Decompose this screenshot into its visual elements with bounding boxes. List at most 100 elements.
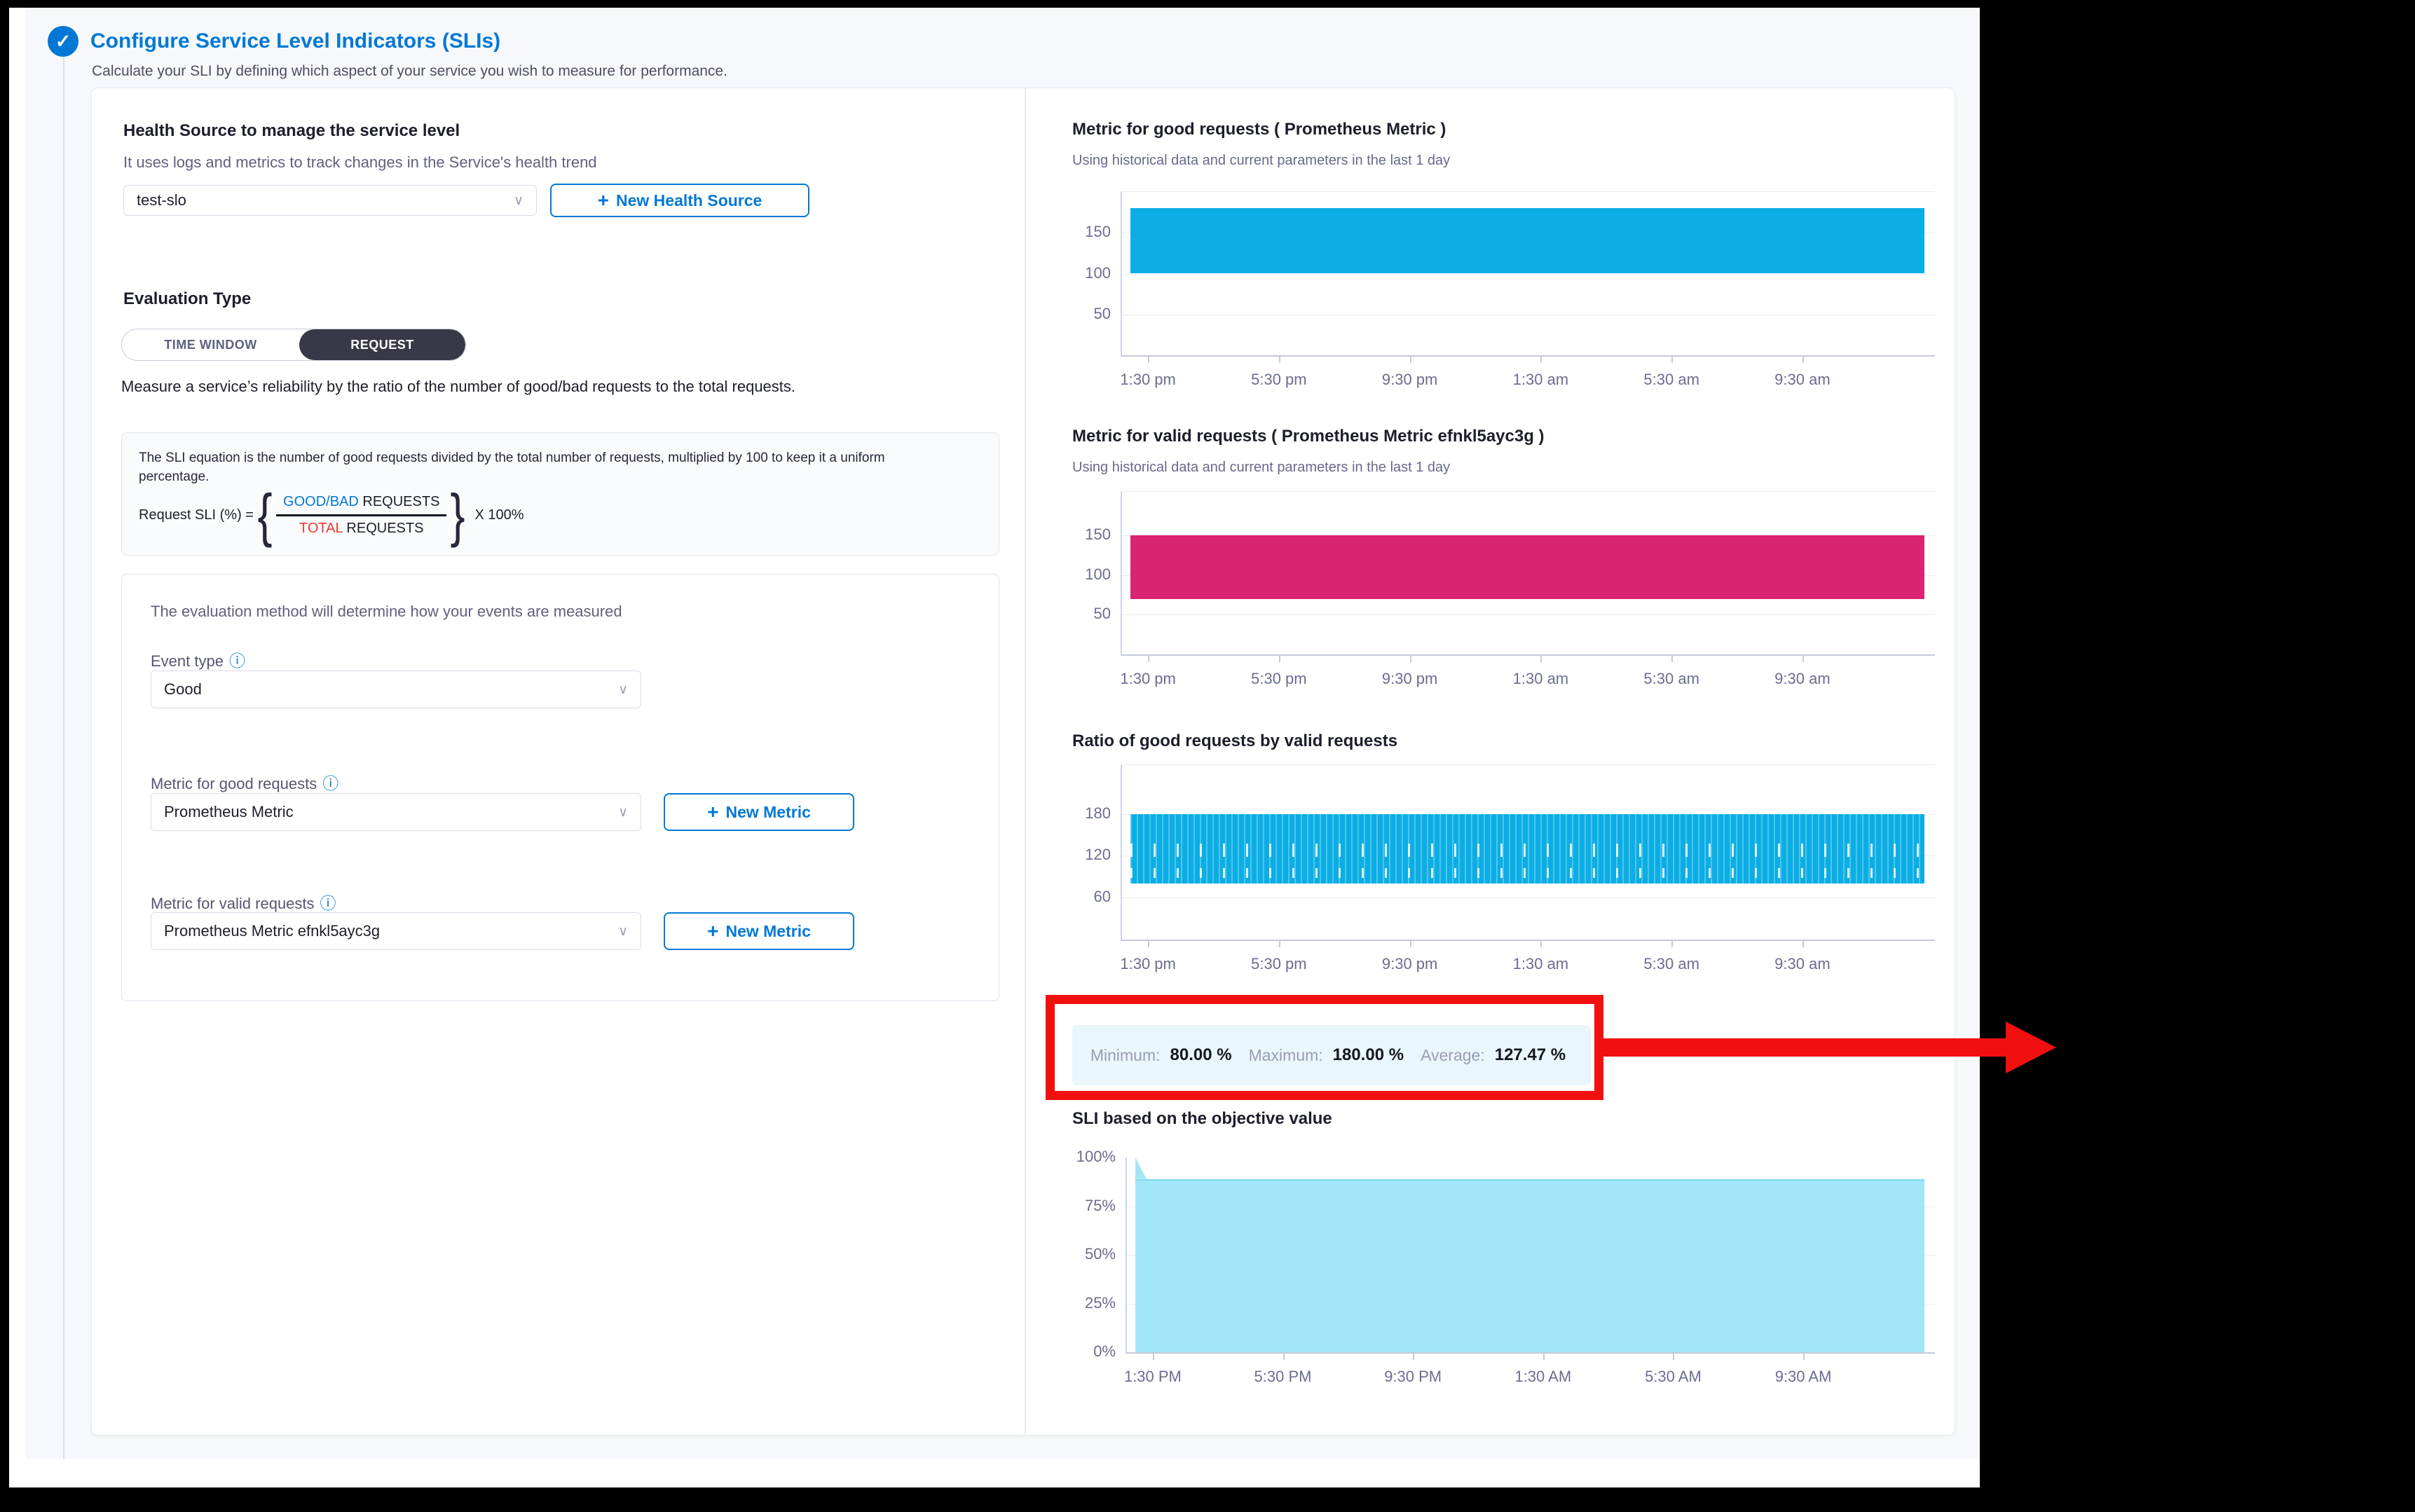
chart-good-subtitle: Using historical data and current parame… (1072, 153, 1450, 169)
x-axis-tick (1148, 357, 1149, 363)
event-type-value: Good (164, 680, 202, 699)
metric-good-select[interactable]: Prometheus Metric ∨ (151, 793, 641, 831)
chevron-down-icon: ∨ (618, 682, 628, 698)
new-metric-good-button[interactable]: + New Metric (664, 793, 854, 831)
annotation-highlight-box (1046, 995, 1603, 1100)
x-axis-tick-label: 9:30 pm (1350, 670, 1470, 688)
plus-icon: + (598, 191, 609, 210)
info-icon[interactable]: ⓘ (229, 652, 245, 670)
x-axis-tick (1540, 656, 1542, 662)
health-source-selected-value: test-slo (137, 191, 186, 209)
y-axis-tick-label: 50% (1064, 1245, 1116, 1263)
y-axis-tick-label: 120 (1059, 846, 1111, 864)
page-subtitle: Calculate your SLI by defining which asp… (92, 63, 727, 80)
chart-valid-title: Metric for valid requests ( Prometheus M… (1072, 427, 1545, 446)
event-type-label: Event typeⓘ (151, 647, 245, 671)
denominator-rest: REQUESTS (343, 521, 424, 536)
equation-lhs: Request SLI (%) = (139, 507, 254, 523)
x-axis-tick-label: 5:30 pm (1219, 955, 1339, 973)
step-complete-check-icon: ✓ (48, 26, 78, 57)
x-axis-tick (1413, 1354, 1414, 1360)
chart-ratio-title: Ratio of good requests by valid requests (1072, 731, 1397, 751)
y-axis-tick-label: 50 (1059, 605, 1111, 623)
gridline (1122, 274, 1935, 275)
toggle-time-window[interactable]: TIME WINDOW (122, 329, 299, 360)
brace-close: } (451, 492, 465, 539)
x-axis-tick-label: 9:30 pm (1350, 371, 1470, 389)
x-axis-tick-label: 1:30 am (1481, 371, 1600, 389)
column-divider (1025, 88, 1026, 1435)
x-axis-tick (1410, 357, 1411, 363)
metric-good-value: Prometheus Metric (164, 803, 294, 821)
chart-ratio-plot: 601201801:30 pm5:30 pm9:30 pm1:30 am5:30… (1121, 764, 1935, 941)
new-health-source-button[interactable]: + New Health Source (550, 184, 809, 217)
health-source-hint: It uses logs and metrics to track change… (123, 153, 597, 172)
y-axis-tick-label: 100% (1064, 1148, 1116, 1166)
x-axis-tick-label: 5:30 am (1612, 670, 1731, 688)
metric-valid-value: Prometheus Metric efnkl5ayc3g (164, 922, 380, 940)
x-axis-tick (1671, 941, 1673, 947)
x-axis-tick (1148, 656, 1149, 662)
denominator-highlight: TOTAL (299, 521, 343, 536)
x-axis-tick (1279, 357, 1280, 363)
x-axis-tick (1671, 357, 1673, 363)
metric-band-series (1130, 535, 1924, 599)
x-axis-tick-label: 9:30 am (1743, 670, 1862, 688)
x-axis-tick (1671, 656, 1673, 662)
equation-rhs: X 100% (474, 507, 524, 523)
evaluation-method-box: The evaluation method will determine how… (121, 574, 999, 1001)
info-icon[interactable]: ⓘ (320, 894, 336, 912)
new-metric-valid-button[interactable]: + New Metric (664, 912, 854, 950)
y-axis-tick-label: 0% (1064, 1342, 1116, 1361)
chart-valid-requests-plot: 501001501:30 pm5:30 pm9:30 pm1:30 am5:30… (1121, 491, 1935, 656)
x-axis-tick (1802, 656, 1804, 662)
metric-band-series (1130, 814, 1924, 884)
y-axis-tick-label: 75% (1064, 1197, 1116, 1215)
chart-sli-title: SLI based on the objective value (1072, 1109, 1332, 1129)
toggle-request-selected[interactable]: REQUEST (299, 329, 465, 360)
metric-band-series (1130, 208, 1924, 273)
app-window: ✓ Configure Service Level Indicators (SL… (9, 8, 1980, 1487)
sli-area-series (1135, 1179, 1924, 1352)
method-note: The evaluation method will determine how… (151, 603, 622, 621)
x-axis-tick (1279, 941, 1280, 947)
x-axis-tick (1410, 656, 1411, 662)
x-axis-tick (1279, 656, 1280, 662)
x-axis-tick-label: 1:30 pm (1088, 670, 1208, 688)
x-axis-tick-label: 5:30 pm (1219, 371, 1339, 389)
x-axis-tick-label: 1:30 pm (1088, 955, 1208, 973)
wizard-step-panel: ✓ Configure Service Level Indicators (SL… (26, 8, 1980, 1459)
x-axis-tick-label: 5:30 pm (1219, 670, 1339, 688)
x-axis-tick (1803, 1354, 1805, 1360)
screenshot-canvas: ✓ Configure Service Level Indicators (SL… (0, 0, 2415, 1512)
numerator-highlight: GOOD/BAD (283, 494, 359, 509)
chart-sli-plot: 0%25%50%75%100%1:30 PM5:30 PM9:30 PM1:30… (1126, 1157, 1935, 1354)
x-axis-tick-label: 9:30 PM (1353, 1368, 1472, 1386)
info-icon[interactable]: ⓘ (322, 774, 338, 792)
event-type-select[interactable]: Good ∨ (151, 671, 641, 708)
stepper-connector-line (63, 27, 64, 1459)
gridline (1122, 614, 1935, 615)
health-source-label: Health Source to manage the service leve… (123, 121, 460, 141)
x-axis-tick (1410, 941, 1411, 947)
chevron-down-icon: ∨ (514, 193, 524, 209)
evaluation-description: Measure a service’s reliability by the r… (121, 375, 994, 398)
x-axis-tick-label: 1:30 AM (1484, 1368, 1603, 1386)
sli-equation: Request SLI (%) = { GOOD/BAD REQUESTS TO… (139, 492, 982, 539)
evaluation-type-label: Evaluation Type (123, 289, 251, 309)
health-source-select[interactable]: test-slo ∨ (123, 185, 537, 216)
x-axis-tick-label: 1:30 PM (1093, 1368, 1212, 1386)
metric-good-label: Metric for good requestsⓘ (151, 770, 338, 794)
sli-area-initial-spike (1135, 1157, 1147, 1179)
sli-equation-note: The SLI equation is the number of good r… (139, 448, 959, 486)
plus-icon: + (707, 921, 718, 941)
x-axis-tick-label: 5:30 am (1612, 955, 1731, 973)
x-axis-tick-label: 5:30 am (1612, 371, 1731, 389)
x-axis-tick (1540, 941, 1542, 947)
metric-valid-select[interactable]: Prometheus Metric efnkl5ayc3g ∨ (151, 912, 641, 950)
evaluation-type-toggle: TIME WINDOW REQUEST (121, 329, 466, 361)
chart-valid-subtitle: Using historical data and current parame… (1072, 460, 1450, 476)
chart-good-title: Metric for good requests ( Prometheus Me… (1072, 120, 1446, 139)
y-axis-tick-label: 100 (1059, 264, 1111, 282)
x-axis-tick (1673, 1354, 1674, 1360)
